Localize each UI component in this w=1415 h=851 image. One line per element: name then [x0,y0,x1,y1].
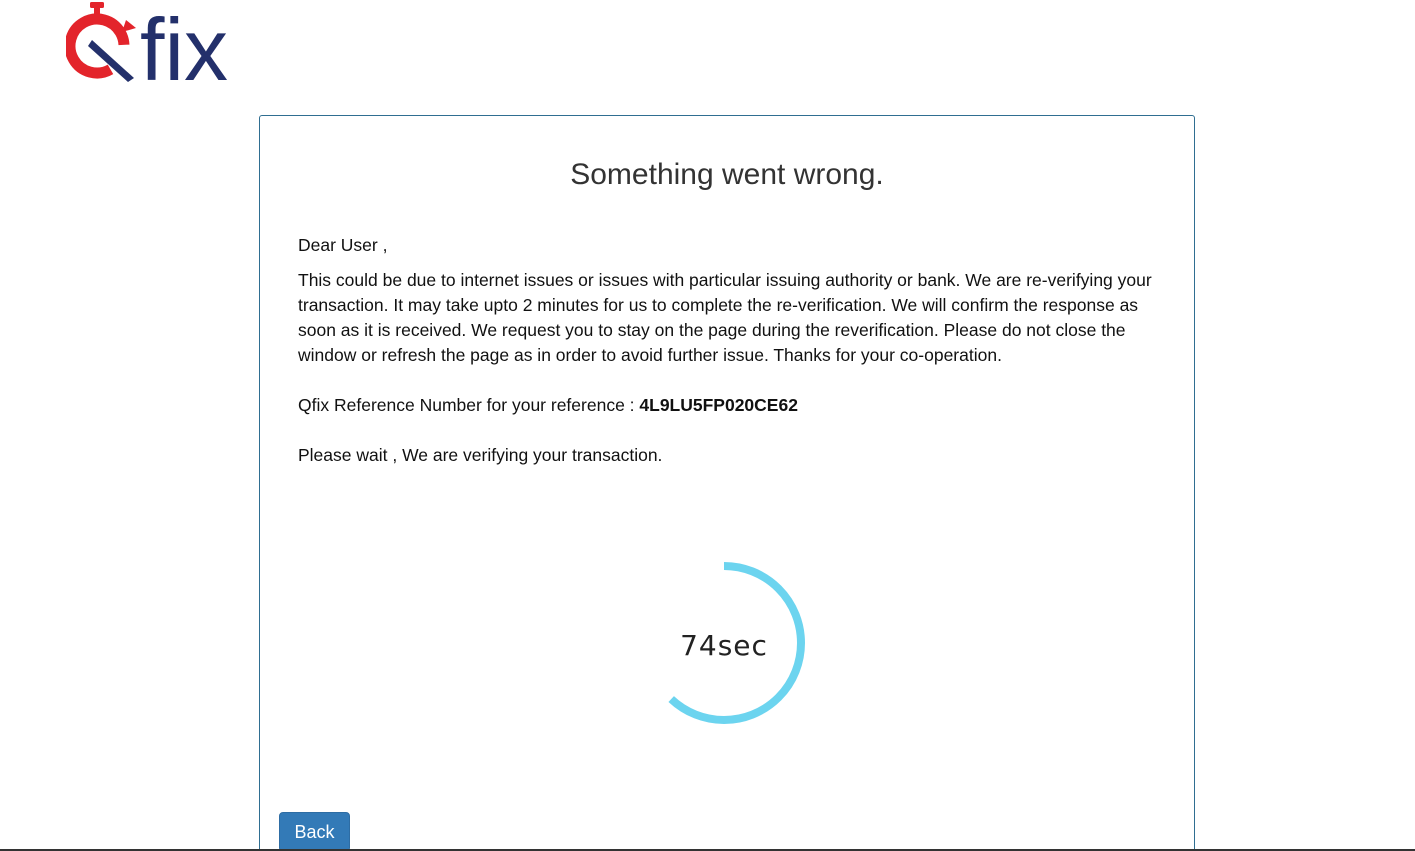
reference-number: 4L9LU5FP020CE62 [639,395,798,415]
greeting-text: Dear User , [298,235,388,255]
page-title: Something went wrong. [570,158,884,191]
reference-line: Qfix Reference Number for your reference… [298,393,1160,418]
qfix-logo-graphic: fix [64,0,228,99]
countdown-label: 74sec [680,629,768,662]
logo-text: fix [140,0,228,86]
countdown-timer: 74sec [643,553,818,733]
error-card: Something went wrong. Dear User , This c… [259,115,1195,851]
back-button[interactable]: Back [279,812,350,851]
qfix-logo: fix [64,0,252,99]
reference-label: Qfix Reference Number for your reference… [298,395,640,415]
explanation-text: This could be due to internet issues or … [298,270,1152,365]
wait-message: Please wait , We are verifying your tran… [298,445,663,465]
page: fix Something went wrong. Dear User , Th… [0,0,1415,851]
